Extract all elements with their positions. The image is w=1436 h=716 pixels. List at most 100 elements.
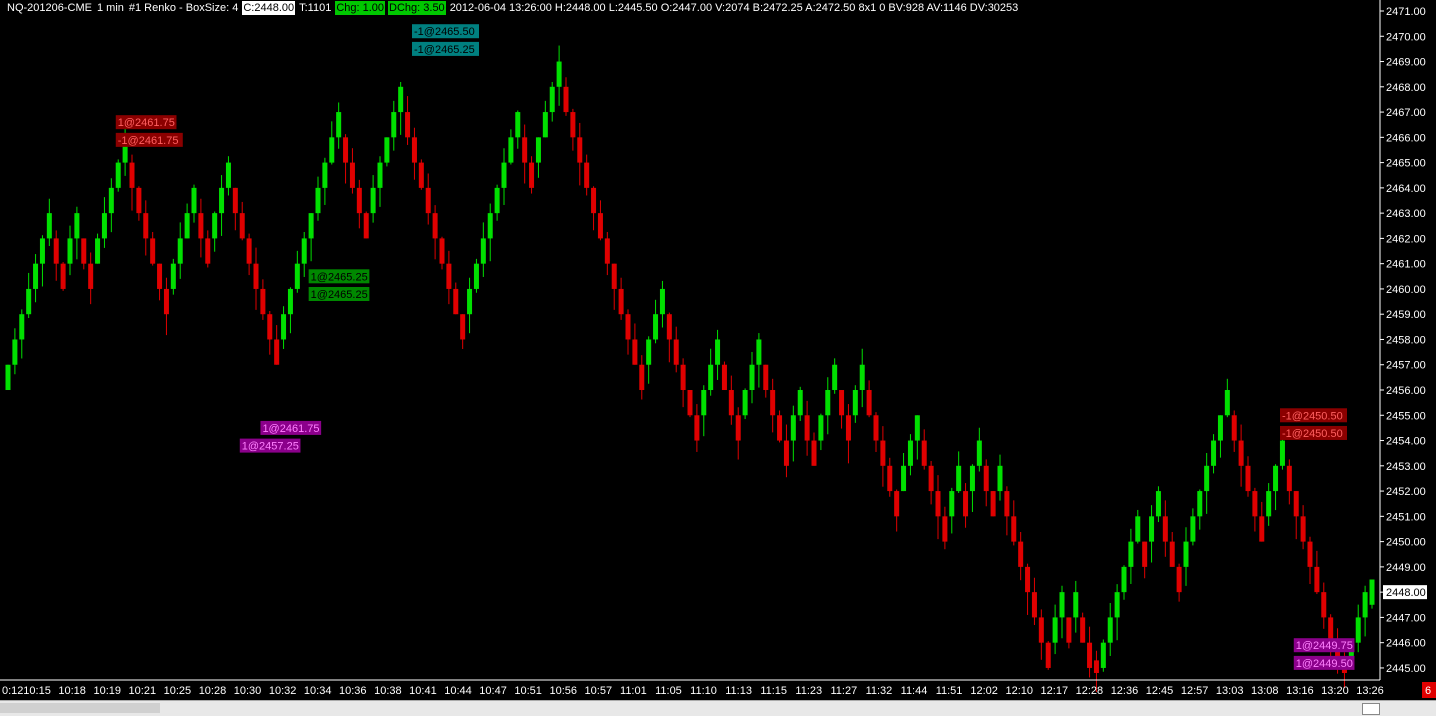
down-brick: [921, 440, 927, 466]
down-brick: [453, 288, 459, 315]
down-brick: [246, 238, 252, 264]
time-tick-label: 10:51: [514, 685, 542, 697]
down-brick: [887, 465, 893, 492]
down-brick: [687, 390, 693, 416]
up-brick: [859, 364, 865, 391]
down-brick: [632, 339, 638, 365]
time-tick-label: 12:36: [1111, 685, 1139, 697]
down-brick: [611, 263, 617, 289]
time-tick-label: 11:15: [760, 685, 787, 697]
corner-marker-label: 6: [1425, 685, 1431, 697]
down-brick: [625, 314, 631, 340]
down-brick: [1231, 415, 1237, 441]
price-tick-label: 2450.00: [1386, 537, 1426, 549]
up-brick: [1190, 516, 1196, 542]
time-tick-label: 10:44: [444, 685, 472, 697]
up-brick: [749, 364, 755, 391]
up-brick: [336, 112, 342, 138]
down-brick: [804, 415, 810, 441]
up-brick: [287, 288, 293, 315]
up-brick: [976, 440, 982, 466]
up-brick: [1279, 440, 1285, 466]
down-brick: [666, 314, 672, 340]
bar-stats: 2012-06-04 13:26:00 H:2448.00 L:2445.50 …: [449, 2, 1019, 14]
time-tick-label: 12:10: [1005, 685, 1033, 697]
down-brick: [673, 339, 679, 365]
trade-label-text: -1@2450.50: [1282, 410, 1343, 422]
renko-chart[interactable]: 1@2461.75 -1@2461.75 -1@2465.50 -1@2465.25 1…: [0, 0, 1436, 700]
trade-label-text: 1@2461.75: [118, 117, 175, 129]
down-brick: [150, 238, 156, 264]
up-brick: [742, 390, 748, 416]
price-tick-label: 2469.00: [1386, 57, 1426, 69]
down-brick: [942, 516, 948, 542]
up-brick: [1355, 617, 1361, 643]
down-brick: [1169, 541, 1175, 567]
trade-label-text: -1@2450.50: [1282, 428, 1343, 440]
up-brick: [825, 390, 831, 416]
down-brick: [529, 162, 535, 188]
price-tick-label: 2453.00: [1386, 461, 1426, 473]
price-tick-label: 2457.00: [1386, 360, 1426, 372]
down-brick: [928, 465, 934, 492]
time-tick-label: 10:28: [199, 685, 227, 697]
scroll-thumb[interactable]: [1362, 703, 1380, 715]
price-tick-label: 2465.00: [1386, 158, 1426, 170]
up-brick: [329, 137, 335, 163]
time-tick-label: 13:26: [1356, 685, 1384, 697]
up-brick: [115, 162, 121, 188]
price-tick-label: 2452.00: [1386, 486, 1426, 498]
trade-label-text: 1@2461.75: [262, 423, 319, 435]
down-brick: [1038, 617, 1044, 643]
horizontal-scrollbar[interactable]: [0, 700, 1436, 716]
symbol: NQ-201206-CME: [7, 2, 92, 14]
up-brick: [1128, 541, 1134, 567]
down-brick: [1238, 440, 1244, 466]
up-brick: [1211, 440, 1217, 466]
trade-label-text: 1@2457.25: [242, 441, 299, 453]
up-brick: [501, 162, 507, 188]
trade-label-text: -1@2465.25: [414, 44, 475, 56]
time-tick-label: 10:30: [234, 685, 262, 697]
up-brick: [308, 213, 314, 239]
up-brick: [101, 213, 107, 239]
down-brick: [1245, 465, 1251, 492]
time-tick-label: 0:12: [2, 685, 23, 697]
down-brick: [205, 238, 211, 264]
down-brick: [935, 491, 941, 517]
time-axis: 0:12 10:15 10:18 10:19 10:21 10:25 10:28 10:30 1…: [2, 685, 1384, 697]
time-tick-label: 10:18: [58, 685, 86, 697]
time-tick-label: 13:03: [1216, 685, 1244, 697]
up-brick: [212, 213, 218, 239]
down-brick: [136, 187, 142, 214]
down-brick: [866, 390, 872, 416]
down-brick: [1259, 516, 1265, 542]
price-axis: 2471.00 2470.00 2469.00 2468.00 2467.00 2466.…: [1380, 6, 1426, 675]
up-brick: [281, 314, 287, 340]
study: #1 Renko - BoxSize: 4: [128, 2, 239, 14]
price-tick-label: 2471.00: [1386, 6, 1426, 18]
up-brick: [653, 314, 659, 340]
up-brick: [818, 415, 824, 441]
trade-label-text: 1@2465.25: [311, 271, 368, 283]
up-brick: [701, 390, 707, 416]
change-value: Chg: 1.00: [335, 1, 386, 15]
close-value: C:2448.00: [242, 1, 296, 15]
up-brick: [1135, 516, 1141, 542]
price-tick-label: 2451.00: [1386, 511, 1426, 523]
last-price-label: 2448.00: [1386, 587, 1426, 599]
down-brick: [129, 162, 135, 188]
down-brick: [432, 213, 438, 239]
time-tick-label: 10:38: [374, 685, 402, 697]
down-brick: [618, 288, 624, 315]
price-tick-label: 2463.00: [1386, 208, 1426, 220]
time-tick-label: 11:05: [655, 685, 682, 697]
corner-marker[interactable]: 6: [1422, 682, 1436, 698]
down-brick: [1031, 592, 1037, 618]
down-brick: [990, 491, 996, 517]
up-brick: [797, 390, 803, 416]
time-tick-label: 11:01: [620, 685, 647, 697]
time-tick-label: 12:57: [1181, 685, 1209, 697]
up-brick: [708, 364, 714, 391]
up-brick: [1114, 592, 1120, 618]
